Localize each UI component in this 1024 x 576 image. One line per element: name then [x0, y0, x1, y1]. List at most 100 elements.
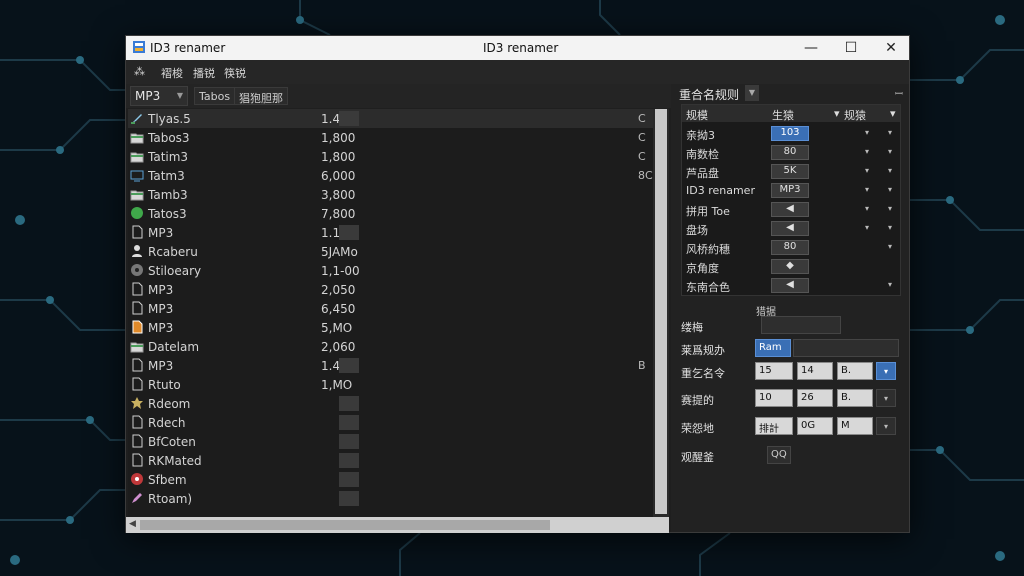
- pin-icon[interactable]: ꟷ: [895, 86, 903, 100]
- chevron-down-icon[interactable]: ▾: [865, 147, 869, 156]
- tag-value[interactable]: ◀: [771, 278, 809, 293]
- tab-second[interactable]: 猖狍胆那: [234, 87, 288, 105]
- tag-value[interactable]: 5K: [771, 164, 809, 179]
- tag-row[interactable]: 风桥約穗 80 ▾: [682, 238, 900, 257]
- tag-value[interactable]: 103: [771, 126, 809, 141]
- chevron-down-icon[interactable]: ▾: [888, 128, 892, 137]
- file-row[interactable]: MP3 1.1: [128, 223, 653, 242]
- tag-row[interactable]: 拼用 Toe ◀ ▾ ▾: [682, 200, 900, 219]
- tag-row[interactable]: 亲拗3 103 ▾ ▾: [682, 124, 900, 143]
- chevron-down-icon[interactable]: ▾: [865, 128, 869, 137]
- file-row[interactable]: RKMated: [128, 451, 653, 470]
- file-row[interactable]: Rtoam): [128, 489, 653, 508]
- value-field[interactable]: 26: [797, 389, 833, 407]
- chevron-down-icon[interactable]: ▾: [888, 242, 892, 251]
- chevron-down-icon[interactable]: ▾: [865, 204, 869, 213]
- file-row[interactable]: Stiloeary 1,1-00: [128, 261, 653, 280]
- file-row[interactable]: Sfbem: [128, 470, 653, 489]
- file-row[interactable]: Rcaberu 5JAMo: [128, 242, 653, 261]
- tag-row[interactable]: 盘场 ◀ ▾ ▾: [682, 219, 900, 238]
- tag-value[interactable]: 80: [771, 145, 809, 160]
- file-row[interactable]: Tabos3 1,800 C: [128, 128, 653, 147]
- menu-item-1[interactable]: 褶梭: [161, 65, 183, 81]
- rule-field[interactable]: Ram: [755, 339, 791, 357]
- vertical-scrollbar[interactable]: ▼: [653, 109, 669, 517]
- tag-value[interactable]: ◆: [771, 259, 809, 274]
- file-row[interactable]: MP3 5,MO: [128, 318, 653, 337]
- form-row: 缕梅: [681, 316, 901, 336]
- tag-row[interactable]: ID3 renamer MP3 ▾ ▾: [682, 181, 900, 200]
- value-box: [339, 434, 359, 449]
- tag-row[interactable]: 京角度 ◆: [682, 257, 900, 276]
- folder-icon: [130, 133, 144, 144]
- tag-value[interactable]: 80: [771, 240, 809, 255]
- file-row[interactable]: Tatim3 1,800 C: [128, 147, 653, 166]
- preview-field[interactable]: QQ: [767, 446, 791, 464]
- horizontal-scroll-thumb[interactable]: [140, 520, 550, 530]
- chevron-down-icon[interactable]: ▾: [865, 223, 869, 232]
- menu-item-2[interactable]: 播锐: [193, 65, 215, 81]
- value-field[interactable]: 15: [755, 362, 793, 380]
- file-row[interactable]: Datelam 2,060: [128, 337, 653, 356]
- text-field[interactable]: [761, 316, 841, 334]
- maximize-button[interactable]: ☐: [831, 36, 871, 60]
- file-row[interactable]: MP3 1.4 B: [128, 356, 653, 375]
- file-row[interactable]: Tlyas.5 1.4 C: [128, 109, 653, 128]
- file-row[interactable]: Tatos3 7,800: [128, 204, 653, 223]
- file-row[interactable]: Tamb3 3,800: [128, 185, 653, 204]
- value-field[interactable]: 14: [797, 362, 833, 380]
- settings-icon[interactable]: ⁂: [134, 65, 145, 78]
- tab-tabos[interactable]: Tabos: [194, 87, 236, 105]
- minimize-button[interactable]: —: [791, 36, 831, 60]
- value-field[interactable]: B.: [837, 362, 873, 380]
- chevron-down-icon[interactable]: ▾: [888, 280, 892, 289]
- form-row: 莱爲规办 Ram: [681, 339, 901, 359]
- column-header: 规模: [686, 109, 708, 122]
- format-select[interactable]: MP3 ▼: [130, 86, 188, 106]
- value-field[interactable]: 10: [755, 389, 793, 407]
- chevron-down-icon[interactable]: ▾: [888, 223, 892, 232]
- tag-row[interactable]: 芦品盘 5K ▾ ▾: [682, 162, 900, 181]
- close-button[interactable]: ✕: [871, 36, 911, 60]
- tag-row[interactable]: 南数检 80 ▾ ▾: [682, 143, 900, 162]
- sort-caret-icon[interactable]: ▾: [890, 107, 896, 120]
- vertical-scroll-thumb[interactable]: [655, 109, 667, 514]
- scroll-left-icon[interactable]: ◀: [129, 519, 136, 529]
- file-extra: C: [638, 131, 646, 144]
- file-row[interactable]: Rdeom: [128, 394, 653, 413]
- panel-title: 重合名规则: [679, 88, 740, 102]
- panel-dropdown-icon[interactable]: ▼: [745, 85, 759, 101]
- rule-dropdown[interactable]: [793, 339, 899, 357]
- value-box: [339, 453, 359, 468]
- chevron-down-icon[interactable]: ▾: [888, 166, 892, 175]
- chevron-down-icon[interactable]: ▾: [865, 185, 869, 194]
- tag-value[interactable]: ◀: [771, 221, 809, 236]
- chevron-down-icon[interactable]: ▾: [865, 166, 869, 175]
- file-row[interactable]: MP3 2,050: [128, 280, 653, 299]
- tag-value[interactable]: ◀: [771, 202, 809, 217]
- chevron-down-icon[interactable]: ▾: [876, 389, 896, 407]
- value-field[interactable]: B.: [837, 389, 873, 407]
- file-size: 2,060: [321, 340, 356, 354]
- file-row[interactable]: Rdech: [128, 413, 653, 432]
- menu-item-3[interactable]: 筷锐: [224, 65, 246, 81]
- value-box: [339, 491, 359, 506]
- chevron-down-icon[interactable]: ▾: [888, 204, 892, 213]
- chevron-down-icon[interactable]: ▾: [876, 362, 896, 380]
- file-row[interactable]: Tatm3 6,000 8C: [128, 166, 653, 185]
- tag-row[interactable]: 东南合色 ◀ ▾: [682, 276, 900, 295]
- value-field[interactable]: M: [837, 417, 873, 435]
- file-row[interactable]: MP3 6,450: [128, 299, 653, 318]
- chevron-down-icon[interactable]: ▾: [888, 185, 892, 194]
- value-field[interactable]: 0G: [797, 417, 833, 435]
- horizontal-scrollbar[interactable]: ◀: [126, 517, 669, 533]
- file-row[interactable]: Rtuto 1,MO: [128, 375, 653, 394]
- form-label: 缕梅: [681, 321, 703, 334]
- chevron-down-icon[interactable]: ▾: [876, 417, 896, 435]
- file-row[interactable]: BfCoten: [128, 432, 653, 451]
- sort-caret-icon[interactable]: ▾: [834, 107, 840, 120]
- value-field[interactable]: 排計: [755, 417, 793, 435]
- tag-value[interactable]: MP3: [771, 183, 809, 198]
- file-extra: C: [638, 112, 646, 125]
- chevron-down-icon[interactable]: ▾: [888, 147, 892, 156]
